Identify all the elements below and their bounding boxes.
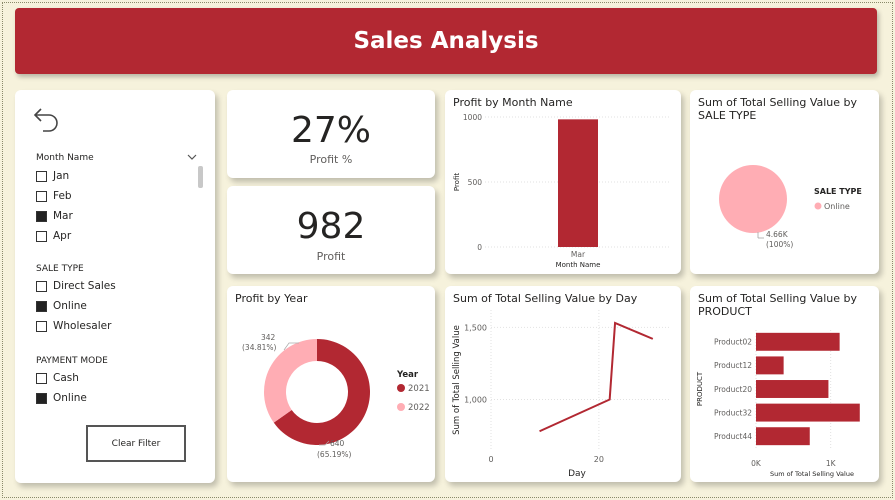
checkbox[interactable] xyxy=(36,280,47,292)
y-tick-label: Product44 xyxy=(714,432,752,441)
y-tick-label: Product12 xyxy=(714,361,752,370)
profit-by-month-card: Profit by Month Name 0 500 1000 Mar Month Na… xyxy=(445,90,681,274)
legend-marker xyxy=(397,403,405,411)
checkbox-label: Mar xyxy=(53,210,73,222)
legend-marker xyxy=(814,202,822,210)
y-tick-label: Product20 xyxy=(714,385,752,394)
sale_type-option-direct-sales[interactable]: Direct Sales xyxy=(36,280,116,292)
legend-label: 2022 xyxy=(408,403,430,413)
payment_mode-option-cash[interactable]: Cash xyxy=(36,372,79,384)
data-label-value: 342 xyxy=(261,333,276,342)
sale-type-slicer-title: SALE TYPE xyxy=(36,264,84,274)
checkbox[interactable] xyxy=(36,190,47,202)
x-tick-label: 20 xyxy=(594,455,604,464)
filter-panel: Month Name Jan Feb Mar Apr SALE TYPE Direct… xyxy=(15,90,215,483)
y-tick-label: Product32 xyxy=(714,408,752,417)
bar-mar xyxy=(558,119,598,247)
checkbox-label: Direct Sales xyxy=(53,280,116,292)
sale_type-option-wholesaler[interactable]: Wholesaler xyxy=(36,320,111,332)
pie-slice-online xyxy=(719,165,787,233)
y-tick-label: 1,500 xyxy=(464,323,487,332)
data-label-pct: (65.19%) xyxy=(317,450,352,459)
legend-marker xyxy=(397,384,405,392)
checkbox-label: Online xyxy=(53,300,87,312)
checkbox-label: Apr xyxy=(53,230,72,242)
y-tick-label: 500 xyxy=(468,178,483,187)
y-axis-title: Profit xyxy=(453,173,461,192)
sale-type-pie-chart: 4.66K(100%) SALE TYPE Online xyxy=(719,165,862,249)
selling-by-product-card: Sum of Total Selling Value by PRODUCT 0K… xyxy=(690,286,879,482)
x-axis-title: Month Name xyxy=(556,261,601,269)
y-axis-title: PRODUCT xyxy=(696,371,704,406)
profit-by-year-card: Profit by Year 342 (34.81%) 640 (65.19%) Yea… xyxy=(227,286,435,482)
kpi-profit-value: 982 xyxy=(296,206,366,247)
x-axis-title: Sum of Total Selling Value xyxy=(770,470,854,478)
legend-label: 2021 xyxy=(408,384,430,394)
kpi-profit-pct-card: 27% Profit % xyxy=(227,90,435,178)
checkbox-label: Feb xyxy=(53,190,72,202)
checkbox-label: Cash xyxy=(53,372,79,384)
clear-filter-button[interactable]: Clear Filter xyxy=(86,425,186,462)
kpi-profit-label: Profit xyxy=(316,250,346,263)
payment-mode-slicer-title: PAYMENT MODE xyxy=(36,356,108,366)
bar-product12 xyxy=(756,356,784,375)
month-option-feb[interactable]: Feb xyxy=(36,190,72,202)
checkbox-label: Online xyxy=(53,392,87,404)
data-label-pct: (100%) xyxy=(766,240,793,249)
y-tick-label: 0 xyxy=(477,243,482,252)
x-tick-label: Mar xyxy=(571,250,586,259)
y-tick-label: 1,000 xyxy=(464,395,487,404)
chevron-down-icon[interactable] xyxy=(187,153,197,161)
checkbox[interactable] xyxy=(36,210,47,222)
legend-title: Year xyxy=(396,370,419,380)
checkbox[interactable] xyxy=(36,230,47,242)
page-title: Sales Analysis xyxy=(353,28,539,54)
month-slicer-title: Month Name xyxy=(36,153,94,163)
sale-type-pie-card: Sum of Total Selling Value by SALE TYPE … xyxy=(690,90,879,274)
x-tick-label: 0 xyxy=(488,455,493,464)
checkbox[interactable] xyxy=(36,372,47,384)
y-axis-title: Sum of Total Selling Value xyxy=(452,325,462,435)
selling-by-day-chart: 1,000 1,500 0 20 Day Sum of Total Selling Val… xyxy=(452,310,669,479)
kpi-profit-pct-label: Profit % xyxy=(309,153,353,166)
undo-arrow-icon[interactable] xyxy=(31,104,61,134)
data-label-value: 640 xyxy=(330,439,345,448)
sale_type-option-online[interactable]: Online xyxy=(36,300,87,312)
x-tick-label: 0K xyxy=(751,459,762,468)
bar-product32 xyxy=(756,403,860,422)
data-label-value: 4.66K xyxy=(766,230,789,239)
checkbox[interactable] xyxy=(36,170,47,182)
header-banner: Sales Analysis xyxy=(15,8,877,74)
checkbox[interactable] xyxy=(36,300,47,312)
profit-by-month-chart: 0 500 1000 Mar Month Name Profit xyxy=(453,113,671,269)
checkbox[interactable] xyxy=(36,320,47,332)
x-axis-title: Day xyxy=(568,469,586,479)
month-option-apr[interactable]: Apr xyxy=(36,230,71,242)
kpi-profit-pct-value: 27% xyxy=(290,110,371,151)
bar-product02 xyxy=(756,332,840,351)
selling-by-day-card: Sum of Total Selling Value by Day 1,000 1… xyxy=(445,286,681,482)
data-label-pct: (34.81%) xyxy=(242,343,277,352)
month-slicer-scrollbar[interactable] xyxy=(198,166,203,188)
y-tick-label: Product02 xyxy=(714,338,752,347)
selling-by-product-chart: 0K 1K Product02 Product12 Product20 Product32… xyxy=(696,330,860,478)
profit-by-year-chart: 342(34.81%) 640 (65.19%) Year 2021 2022 xyxy=(242,333,430,459)
y-tick-label: 1000 xyxy=(463,113,482,122)
checkbox[interactable] xyxy=(36,392,47,404)
legend-title: SALE TYPE xyxy=(814,187,862,196)
legend-label: Online xyxy=(824,202,850,211)
checkbox-label: Wholesaler xyxy=(53,320,112,332)
checkbox-label: Jan xyxy=(53,170,70,182)
payment_mode-option-online[interactable]: Online xyxy=(36,392,87,404)
month-option-mar[interactable]: Mar xyxy=(36,210,73,222)
x-tick-label: 1K xyxy=(826,459,837,468)
series-line xyxy=(539,321,654,433)
bar-product20 xyxy=(756,380,829,398)
month-option-jan[interactable]: Jan xyxy=(36,170,69,182)
bar-product44 xyxy=(756,427,810,446)
kpi-profit-card: 982 Profit xyxy=(227,186,435,274)
